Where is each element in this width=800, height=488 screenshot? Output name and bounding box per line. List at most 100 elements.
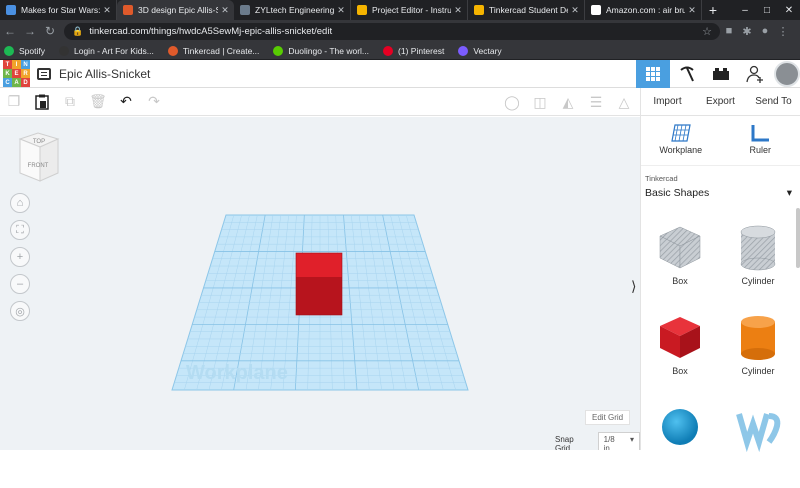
design-title[interactable]: Epic Allis-Snicket (59, 67, 150, 81)
shape-cylinder-hole[interactable]: Cylinder (719, 218, 797, 308)
chevron-down-icon: ▾ (630, 435, 634, 450)
bookmark-item[interactable]: Login - Art For Kids... (59, 46, 154, 56)
tab-title: ZYLtech Engineering, LL (255, 5, 334, 15)
delete-icon[interactable]: 🗑 (84, 88, 112, 116)
blocks-view-button[interactable] (670, 60, 704, 88)
bookmark-star-icon[interactable]: ☆ (702, 25, 712, 38)
zoom-in-icon[interactable]: + (10, 247, 30, 267)
3d-canvas[interactable]: Workplane TOP FRONT ⌂ ⛶ + – ◎ ⟩ Edit Gri… (0, 117, 640, 450)
browser-tab[interactable]: Tinkercad Student Desig✕ (468, 0, 585, 20)
logo-letter: T (3, 60, 12, 69)
address-bar: ← → ↻ 🔒 tinkercad.com/things/hwdcA5SewMj… (0, 20, 800, 42)
tab-title: 3D design Epic Allis-Sni (138, 5, 218, 15)
bookmark-item[interactable]: Duolingo - The worl... (273, 46, 369, 56)
bricks-view-button[interactable] (704, 60, 738, 88)
chevron-down-icon: ▾ (787, 187, 792, 199)
home-view-icon[interactable]: ⌂ (10, 193, 30, 213)
url-field[interactable]: 🔒 tinkercad.com/things/hwdcA5SewMj-epic-… (64, 23, 720, 40)
window-controls: – □ ✕ (734, 0, 800, 20)
cylinder-hole-icon (733, 222, 783, 272)
shape-cylinder[interactable]: Cylinder (719, 308, 797, 398)
3d-view-button[interactable] (636, 60, 670, 88)
align-icon[interactable]: ☰ (582, 88, 610, 116)
bookmark-favicon-icon (168, 46, 178, 56)
bookmark-item[interactable]: Tinkercad | Create... (168, 46, 260, 56)
mirror-icon[interactable]: △ (610, 88, 638, 116)
add-user-icon (746, 65, 764, 83)
chrome-menu-icon[interactable]: ⋮ (774, 20, 792, 42)
copy-icon[interactable]: ❐ (0, 88, 28, 116)
shape-library-select[interactable]: Tinkercad Basic Shapes▾ (645, 174, 792, 199)
view-cube[interactable]: TOP FRONT (18, 131, 60, 186)
text-shape-icon (733, 402, 783, 452)
duplicate-icon[interactable]: ⧉ (56, 88, 84, 116)
pickaxe-icon (678, 65, 696, 83)
zoom-out-icon[interactable]: – (10, 274, 30, 294)
box-hole-icon (655, 222, 705, 272)
bookmark-label: Vectary (473, 46, 501, 56)
collapse-panel-icon[interactable]: ⟩ (631, 278, 636, 295)
red-box[interactable] (296, 253, 342, 315)
extension-puzzle-icon[interactable]: ✱ (738, 20, 756, 42)
workplane-tool[interactable]: Workplane (641, 124, 721, 165)
tab-title: Project Editor - Instructa (372, 5, 451, 15)
shape-sphere[interactable] (641, 398, 719, 488)
close-tab-icon[interactable]: ✕ (220, 5, 230, 16)
fit-view-icon[interactable]: ⛶ (10, 220, 30, 240)
close-tab-icon[interactable]: ✕ (102, 5, 112, 16)
bookmark-item[interactable]: Spotify (4, 46, 45, 56)
ungroup-icon[interactable]: ◭ (554, 88, 582, 116)
logo-letter: C (3, 78, 12, 87)
workplane-view[interactable]: Workplane (0, 117, 640, 450)
close-tab-icon[interactable]: ✕ (570, 5, 580, 16)
reload-icon[interactable]: ↻ (40, 20, 60, 42)
snap-grid-select[interactable]: 1/8 in▾ (598, 432, 640, 450)
send-to-button[interactable]: Send To (747, 96, 800, 107)
forward-icon[interactable]: → (20, 20, 40, 42)
grid-view-icon (645, 66, 661, 82)
minimize-icon[interactable]: – (734, 0, 756, 20)
undo-icon[interactable]: ↶ (112, 88, 140, 116)
close-window-icon[interactable]: ✕ (778, 0, 800, 20)
import-button[interactable]: Import (641, 96, 694, 107)
workplane-icon (671, 124, 691, 142)
edit-toolbar: ❐ ⧉ 🗑 ↶ ↷ ◯ ◫ ◭ ☰ △ (0, 88, 640, 116)
ruler-tool[interactable]: Ruler (721, 124, 800, 165)
light-bulb-icon[interactable]: ◯ (498, 88, 526, 116)
tab-title: Makes for Star Wars: Cli (21, 5, 100, 15)
add-user-button[interactable] (738, 60, 772, 88)
browser-tab[interactable]: Project Editor - Instructa✕ (351, 0, 468, 20)
design-menu-icon[interactable] (37, 68, 51, 80)
redo-icon[interactable]: ↷ (140, 88, 168, 116)
extension-icon[interactable]: ■ (720, 20, 738, 42)
bookmark-item[interactable]: Vectary (458, 46, 501, 56)
panel-scrollbar[interactable] (796, 208, 800, 268)
tinkercad-logo[interactable]: TINKERCAD (3, 60, 30, 87)
export-button[interactable]: Export (694, 96, 747, 107)
shape-box-hole[interactable]: Box (641, 218, 719, 308)
close-tab-icon[interactable]: ✕ (687, 5, 697, 16)
shape-box[interactable]: Box (641, 308, 719, 398)
avatar[interactable] (774, 61, 800, 87)
bookmark-favicon-icon (4, 46, 14, 56)
group-icon[interactable]: ◫ (526, 88, 554, 116)
box-icon (655, 312, 705, 362)
maximize-icon[interactable]: □ (756, 0, 778, 20)
close-tab-icon[interactable]: ✕ (453, 5, 463, 16)
perspective-icon[interactable]: ◎ (10, 301, 30, 321)
browser-tab[interactable]: Amazon.com : air brush✕ (585, 0, 702, 20)
bookmark-item[interactable]: (1) Pinterest (383, 46, 444, 56)
back-icon[interactable]: ← (0, 20, 20, 42)
new-tab-icon[interactable]: + (702, 0, 724, 20)
browser-tab[interactable]: ZYLtech Engineering, LL✕ (234, 0, 351, 20)
shape-grid: Box Cylinder Box Cylinder (641, 218, 797, 488)
browser-tab[interactable]: 3D design Epic Allis-Sni✕ (117, 0, 234, 20)
tab-favicon-icon (6, 5, 16, 15)
profile-icon[interactable]: ● (756, 20, 774, 42)
paste-icon[interactable] (28, 88, 56, 116)
tab-favicon-icon (357, 5, 367, 15)
browser-tab[interactable]: Makes for Star Wars: Cli✕ (0, 0, 117, 20)
shape-text[interactable] (719, 398, 797, 488)
close-tab-icon[interactable]: ✕ (336, 5, 346, 16)
edit-grid-button[interactable]: Edit Grid (585, 410, 630, 425)
